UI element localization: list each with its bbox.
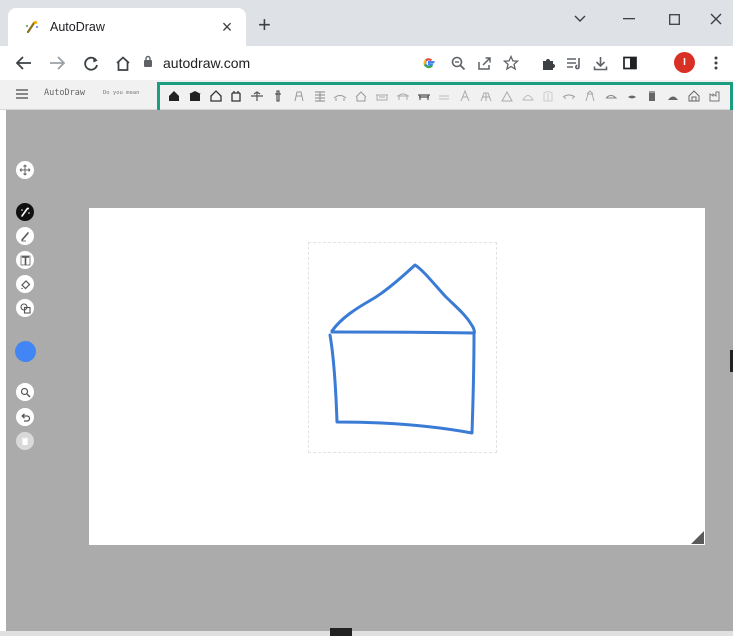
maximize-icon[interactable] [659, 6, 689, 32]
suggestion-hut-icon[interactable] [645, 89, 659, 103]
walls-stroke [328, 333, 476, 435]
suggestion-greenhouse-icon[interactable] [604, 89, 618, 103]
autodraw-favicon-icon [24, 19, 40, 35]
back-arrow-icon[interactable] [11, 50, 37, 76]
google-icon[interactable] [417, 51, 441, 75]
autodraw-icon[interactable] [16, 203, 34, 221]
suggestion-factory-icon[interactable] [708, 89, 722, 103]
forward-arrow-icon[interactable] [44, 50, 70, 76]
suggestion-tower-icon[interactable] [292, 89, 306, 103]
home-icon[interactable] [110, 50, 136, 76]
shape-icon[interactable] [16, 299, 34, 317]
suggestion-mailbox-icon[interactable] [333, 89, 347, 103]
navigation-bar: autodraw.com [0, 46, 733, 80]
bookmark-star-icon[interactable] [499, 51, 523, 75]
suggestion-school-icon[interactable] [666, 89, 680, 103]
close-window-icon[interactable] [701, 6, 731, 32]
suggestion-bridge-icon[interactable] [562, 89, 576, 103]
tab-autodraw[interactable]: AutoDraw × [8, 8, 246, 46]
suggestion-playground-icon[interactable] [458, 89, 472, 103]
suggestion-temple-icon[interactable] [687, 89, 701, 103]
undo-icon[interactable] [16, 408, 34, 426]
tab-search-chevron-icon[interactable] [565, 6, 595, 32]
tab-close-icon[interactable]: × [218, 17, 236, 38]
more-menu-icon[interactable] [704, 51, 728, 75]
suggestion-house-icon[interactable] [209, 89, 223, 103]
type-icon[interactable] [16, 251, 34, 269]
suggestion-bus-stop-icon[interactable] [417, 89, 431, 103]
tab-strip: AutoDraw × + [0, 0, 733, 46]
side-panel-icon[interactable] [618, 51, 642, 75]
suggestion-lighthouse-icon[interactable] [313, 89, 327, 103]
suggestion-tent-icon[interactable] [271, 89, 285, 103]
suggestion-slide-icon[interactable] [479, 89, 493, 103]
reading-list-icon[interactable] [562, 51, 586, 75]
reload-icon[interactable] [78, 50, 104, 76]
suggestion-pyramid-icon[interactable] [500, 89, 514, 103]
tab-title: AutoDraw [50, 20, 105, 34]
color-swatch[interactable] [15, 341, 36, 362]
lock-icon[interactable] [143, 54, 153, 72]
suggestion-shop-icon[interactable] [375, 89, 389, 103]
suggestion-building-icon[interactable] [354, 89, 368, 103]
suggestion-barn-icon[interactable] [188, 89, 202, 103]
address-bar[interactable]: autodraw.com [143, 50, 403, 76]
suggestion-gazebo-icon[interactable] [583, 89, 597, 103]
suggestion-cottage-icon[interactable] [625, 89, 639, 103]
suggestion-church-icon[interactable] [229, 89, 243, 103]
download-icon[interactable] [588, 51, 612, 75]
zoom-icon[interactable] [446, 51, 470, 75]
url-text: autodraw.com [163, 55, 251, 71]
suggestion-house-icon[interactable] [167, 89, 181, 103]
share-icon[interactable] [472, 51, 496, 75]
fill-icon[interactable] [16, 275, 34, 293]
suggestion-igloo-icon[interactable] [521, 89, 535, 103]
delete-icon[interactable] [16, 432, 34, 450]
plus-icon[interactable]: + [258, 14, 271, 36]
bottom-scroll-strip [0, 631, 733, 636]
suggestion-fence-icon[interactable] [437, 89, 451, 103]
suggestion-windmill-icon[interactable] [541, 89, 555, 103]
roof-base-stroke [330, 330, 476, 335]
move-icon[interactable] [16, 161, 34, 179]
bottom-handle[interactable] [330, 628, 352, 636]
draw-icon[interactable] [16, 227, 34, 245]
suggestion-apartment-icon[interactable] [396, 89, 410, 103]
canvas-zoom-icon[interactable] [16, 383, 34, 401]
suggestion-castle-icon[interactable] [250, 89, 264, 103]
extensions-icon[interactable] [536, 51, 560, 75]
hamburger-menu-icon[interactable] [16, 89, 28, 99]
minimize-icon[interactable] [614, 6, 644, 32]
suggestion-prompt: Do you mean [103, 90, 140, 96]
house-sketch[interactable] [89, 208, 705, 545]
roof-stroke [330, 263, 476, 336]
autodraw-brand: AutoDraw [44, 88, 85, 98]
profile-avatar[interactable]: I [674, 52, 695, 73]
